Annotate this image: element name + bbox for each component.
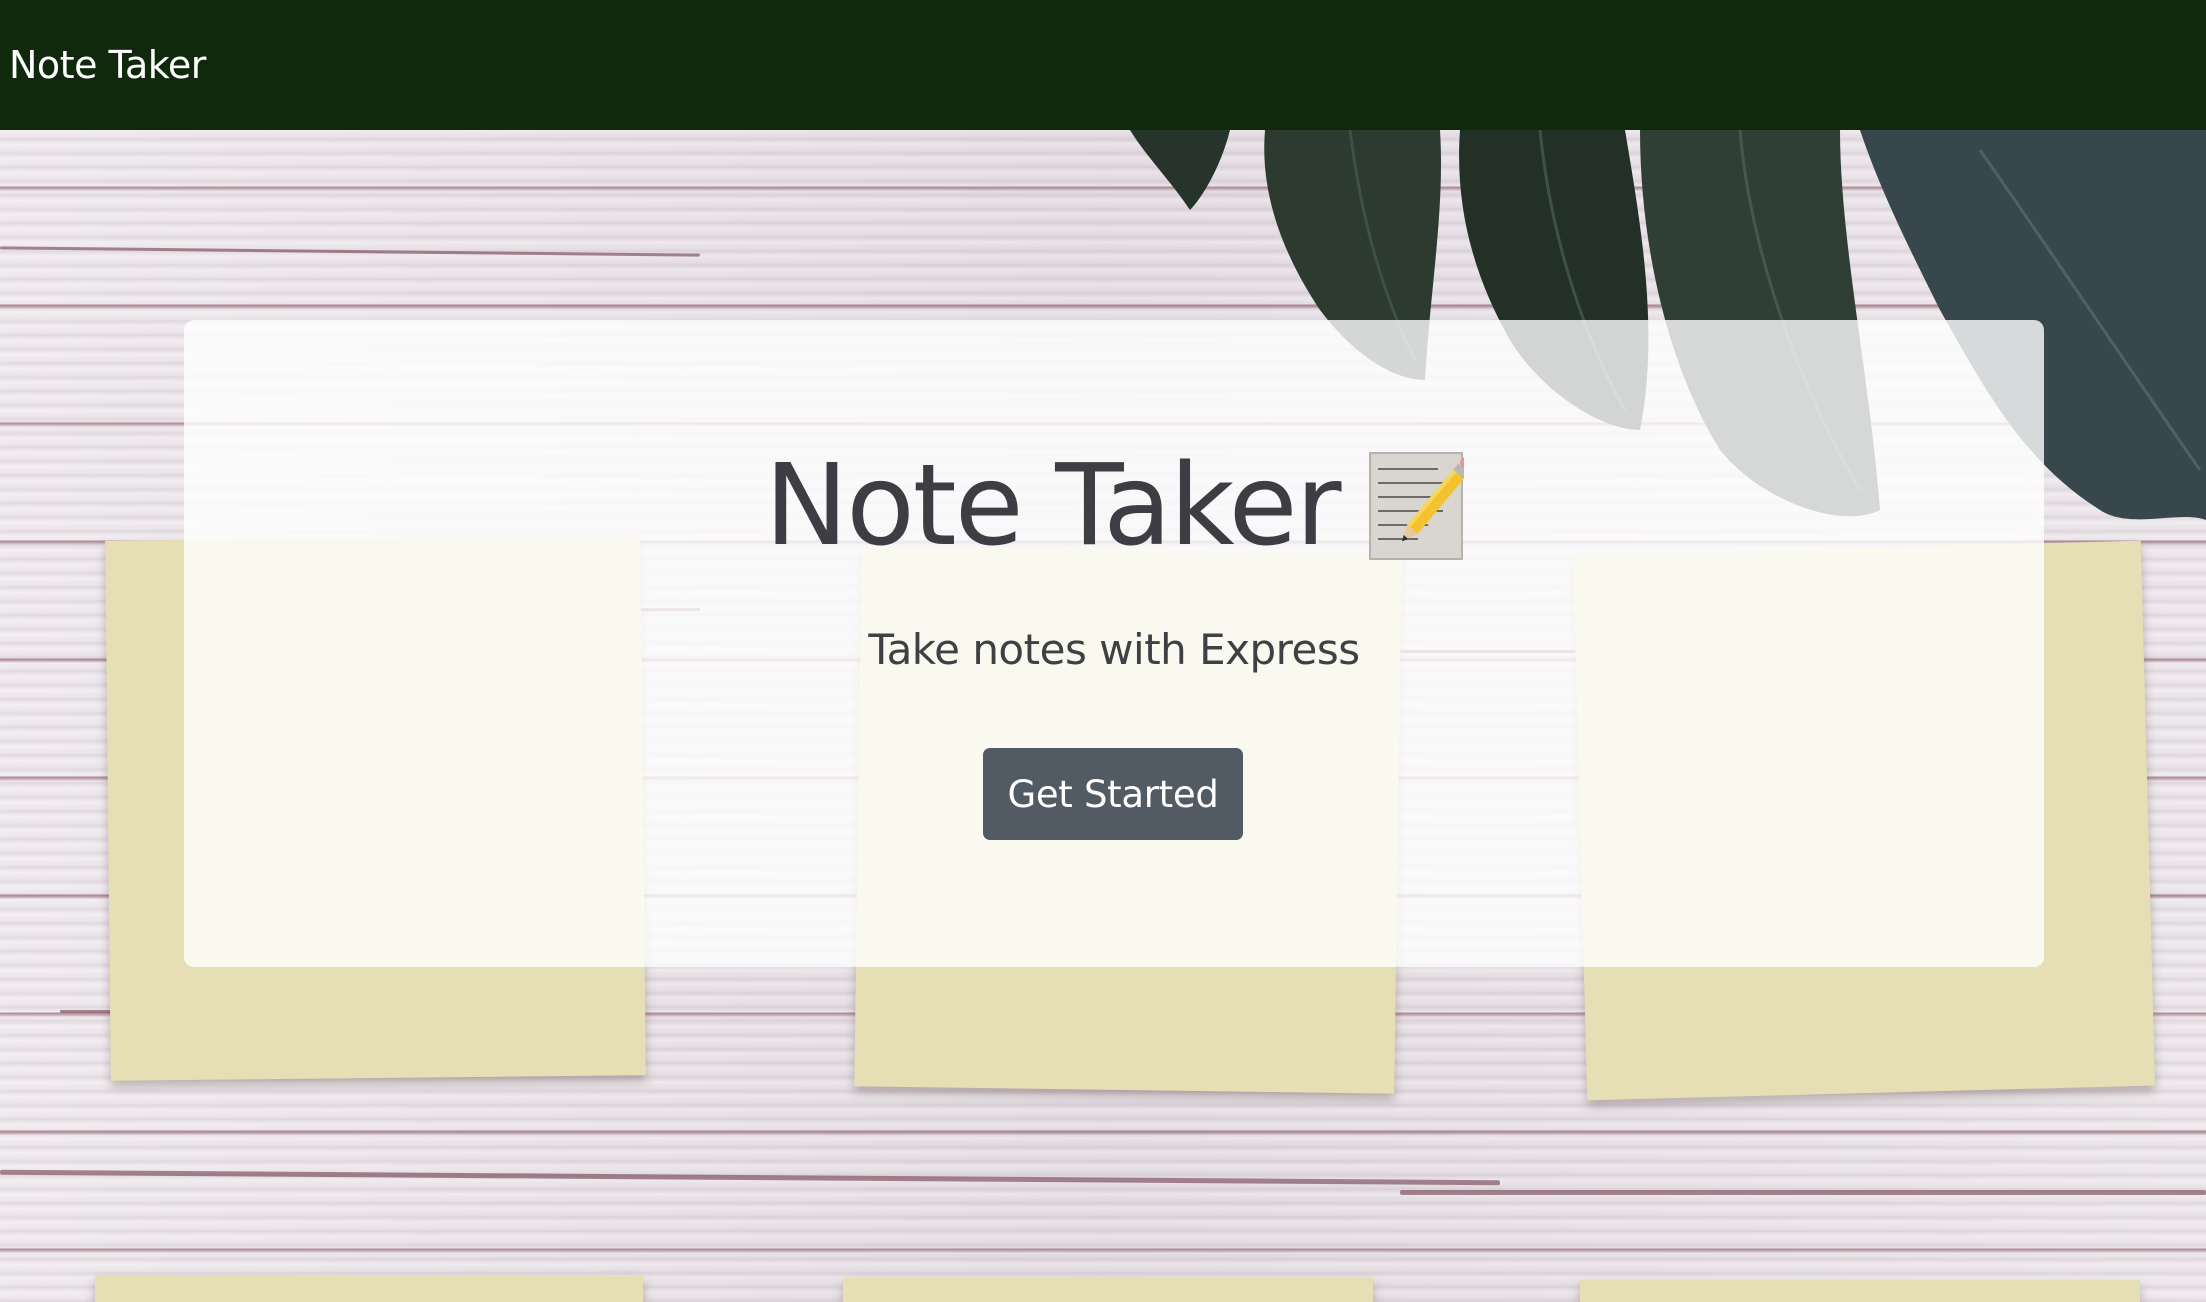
navbar: Note Taker (0, 0, 2206, 130)
hero-title: Note Taker (764, 441, 1341, 571)
get-started-button[interactable]: Get Started (983, 748, 1243, 840)
sticky-note (843, 1278, 1373, 1302)
hero-subtitle: Take notes with Express (868, 625, 1360, 674)
sticky-note (95, 1275, 643, 1302)
memo-icon (1368, 451, 1475, 561)
hero-title-row: Note Taker (184, 450, 2044, 562)
sticky-note (1580, 1280, 2140, 1302)
navbar-brand-link[interactable]: Note Taker (9, 43, 206, 87)
hero-jumbotron: Note Taker Take notes with Express Get S… (184, 320, 2044, 967)
